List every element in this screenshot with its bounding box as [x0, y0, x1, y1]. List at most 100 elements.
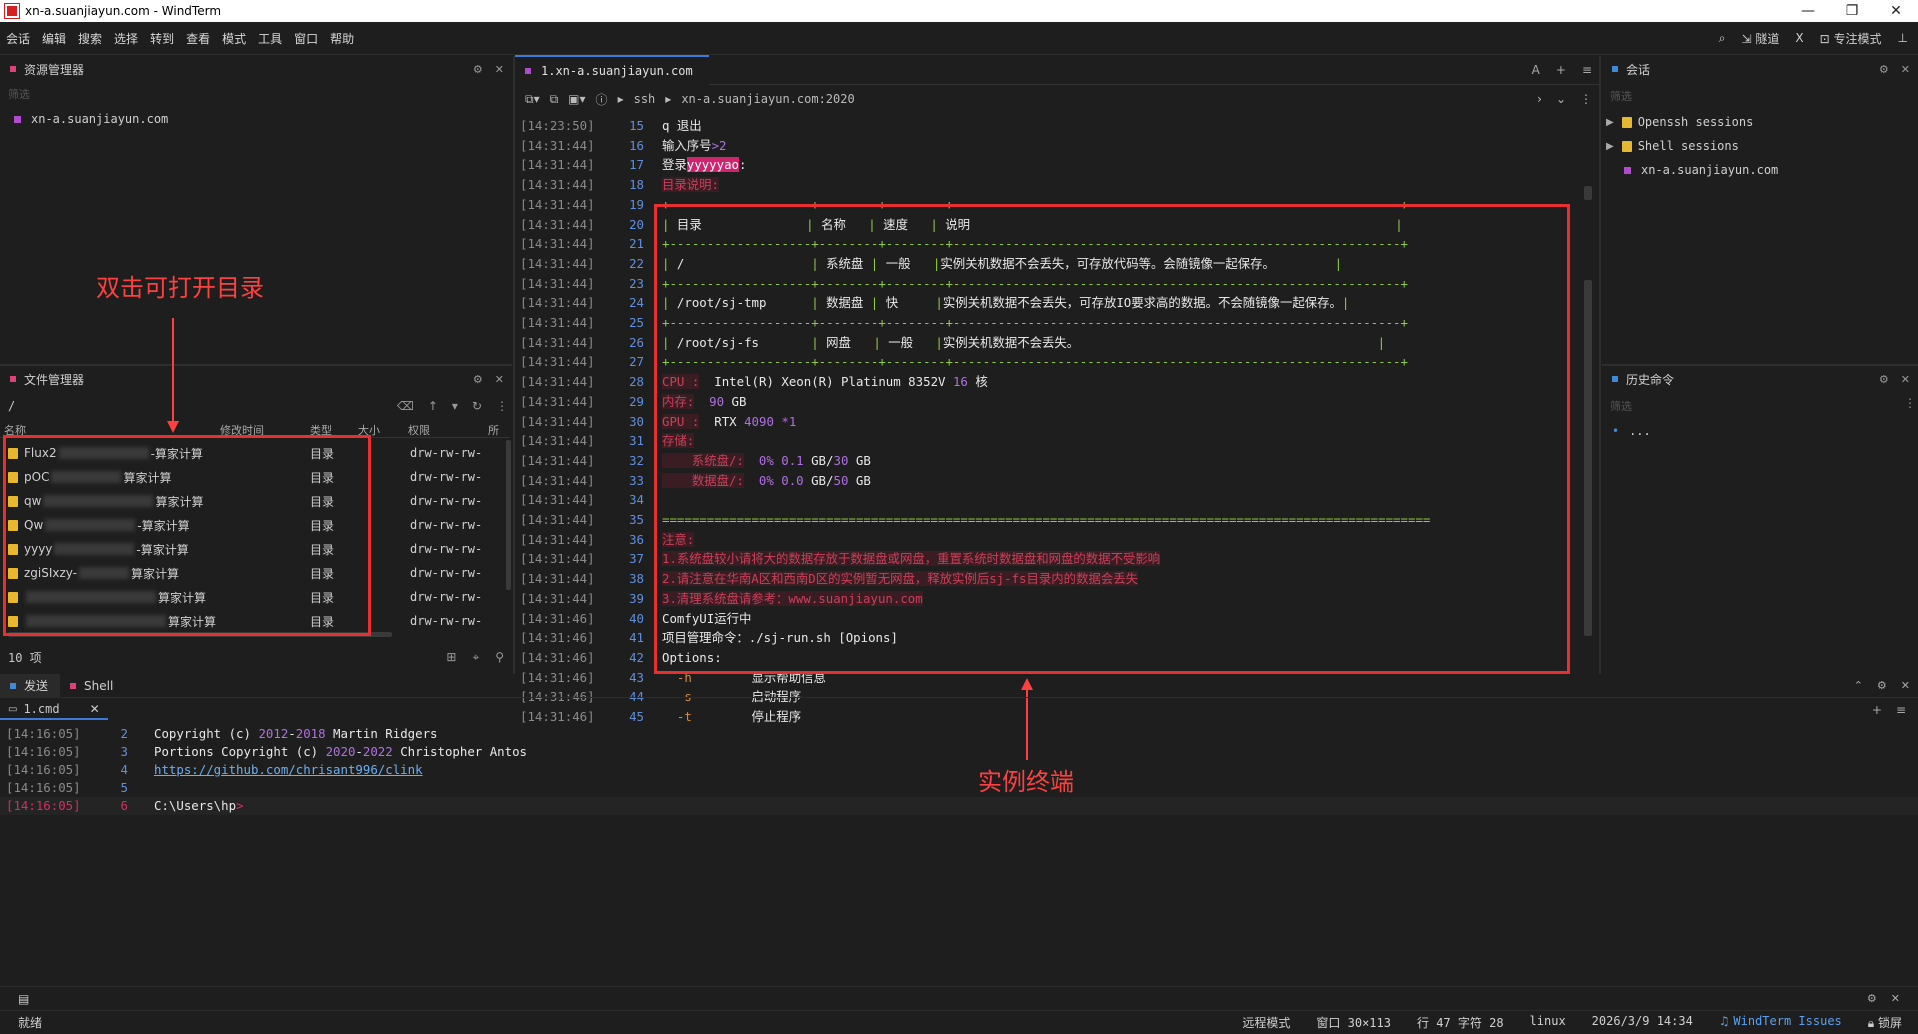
line-text: 输入序号>2: [662, 137, 727, 153]
location-icon[interactable]: ⌖: [472, 650, 479, 665]
split-icon[interactable]: ▣▾: [568, 92, 585, 106]
status-remote-mode[interactable]: 远程模式: [1242, 1014, 1290, 1031]
terminal-line: [14:23:50] 15 q 退出: [520, 117, 702, 135]
issues-link[interactable]: ♫ WindTerm Issues: [1719, 1014, 1842, 1031]
tunnel-button[interactable]: ⇲ 隧道: [1742, 30, 1780, 47]
chevron-right-icon: ▶: [1606, 140, 1614, 152]
col-owner[interactable]: 所: [488, 422, 508, 437]
maximize-button[interactable]: ❐: [1830, 3, 1874, 19]
history-item[interactable]: •...: [1612, 424, 1651, 438]
more-icon[interactable]: ⋮: [1904, 396, 1916, 410]
shell-line: [14:16:05] 4 https://github.com/chrisant99…: [6, 761, 423, 779]
duplicate-icon[interactable]: ⧉: [550, 92, 559, 107]
annotation-arrow: [1026, 688, 1028, 760]
more-icon[interactable]: ⋮: [1580, 92, 1592, 106]
pin-icon[interactable]: ⊥: [1898, 31, 1908, 45]
tab-shell[interactable]: Shell: [60, 674, 125, 698]
menu-session[interactable]: 会话: [0, 30, 36, 47]
line-number: 34: [629, 492, 644, 508]
gear-icon[interactable]: ⚙: [1879, 373, 1889, 386]
close-button[interactable]: ✕: [1874, 3, 1918, 19]
panel-marker-icon: [1612, 376, 1618, 382]
chevron-up-icon[interactable]: ⌃: [1854, 679, 1863, 692]
timestamp: [14:31:44]: [520, 354, 595, 370]
info-icon[interactable]: ⓘ: [596, 91, 608, 108]
add-tab-icon[interactable]: +: [1872, 703, 1882, 717]
menu-edit[interactable]: 编辑: [36, 30, 72, 47]
sessions-header: 会话 ⚙ ✕: [1602, 56, 1918, 82]
timestamp: [14:31:44]: [520, 236, 595, 252]
more-icon[interactable]: ⋮: [496, 399, 508, 413]
chevron-down-icon[interactable]: ⌄: [1556, 92, 1566, 106]
close-icon[interactable]: ✕: [1891, 992, 1900, 1005]
clear-icon[interactable]: ⌫: [397, 399, 414, 413]
timestamp: [14:31:44]: [520, 177, 595, 193]
add-tab-icon[interactable]: +: [1556, 63, 1566, 77]
x-icon[interactable]: X: [1795, 31, 1803, 45]
menu-help[interactable]: 帮助: [324, 30, 360, 47]
gear-icon[interactable]: ⚙: [1867, 992, 1877, 1005]
explorer-filter[interactable]: 筛选: [8, 86, 30, 102]
menu-select[interactable]: 选择: [108, 30, 144, 47]
menu-goto[interactable]: 转到: [144, 30, 180, 47]
gear-icon[interactable]: ⚙: [473, 63, 483, 76]
menu-search[interactable]: 搜索: [72, 30, 108, 47]
tab-cmd[interactable]: ▭ 1.cmd ✕: [0, 700, 108, 720]
gear-icon[interactable]: ⚙: [1879, 63, 1889, 76]
timestamp: [14:31:44]: [520, 492, 595, 508]
breadcrumb-host[interactable]: xn-a.suanjiayun.com:2020: [681, 92, 854, 106]
path-input[interactable]: /: [8, 399, 15, 413]
line-number: 39: [629, 590, 644, 606]
minimize-button[interactable]: —: [1786, 3, 1830, 19]
close-icon[interactable]: ✕: [495, 373, 504, 386]
close-icon[interactable]: ✕: [1901, 63, 1910, 76]
new-folder-icon[interactable]: ⊞: [446, 650, 456, 665]
terminal-tabbar: 1.xn-a.suanjiayun.com A + ≡: [515, 54, 1600, 85]
history-filter[interactable]: 筛选: [1610, 398, 1632, 414]
new-session-icon[interactable]: ⧉▾: [525, 92, 540, 107]
font-icon[interactable]: A: [1532, 63, 1540, 77]
menu-window[interactable]: 窗口: [288, 30, 324, 47]
send-icon[interactable]: ▤: [18, 992, 29, 1006]
explorer-item[interactable]: xn-a.suanjiayun.com: [14, 112, 168, 126]
chevron-right-icon[interactable]: ›: [1537, 92, 1542, 106]
gear-icon[interactable]: ⚙: [1877, 679, 1887, 692]
chevron-down-icon[interactable]: ▾: [452, 399, 458, 413]
menu-icon[interactable]: ≡: [1896, 703, 1906, 717]
menu-icon[interactable]: ≡: [1582, 63, 1592, 77]
lock-button[interactable]: 🔒︎ 锁屏: [1868, 1014, 1902, 1031]
timestamp: [14:31:44]: [520, 137, 595, 153]
session-group[interactable]: ▶ Shell sessions: [1606, 139, 1739, 153]
tab-send[interactable]: 发送: [0, 673, 61, 698]
search-icon[interactable]: ⌕: [1719, 31, 1726, 46]
line-number: 41: [629, 630, 644, 646]
close-icon[interactable]: ✕: [1901, 679, 1910, 692]
close-icon[interactable]: ✕: [90, 702, 100, 716]
timestamp: [14:31:44]: [520, 551, 595, 567]
session-item[interactable]: xn-a.suanjiayun.com: [1624, 163, 1778, 177]
line-number: 42: [629, 649, 644, 665]
path-bar: / ⌫ ↑ ▾ ↻ ⋮: [8, 396, 508, 416]
line-number: 36: [629, 531, 644, 547]
find-icon[interactable]: ⚲: [495, 650, 504, 665]
gear-icon[interactable]: ⚙: [473, 373, 483, 386]
menu-view[interactable]: 查看: [180, 30, 216, 47]
terminal-scrollbar[interactable]: [1584, 280, 1592, 636]
refresh-icon[interactable]: ↻: [472, 399, 482, 413]
terminal-scroll-marker[interactable]: [1584, 186, 1592, 200]
file-scrollbar[interactable]: [506, 440, 511, 590]
menu-mode[interactable]: 模式: [216, 30, 252, 47]
up-arrow-icon[interactable]: ↑: [428, 399, 438, 413]
terminal-tab[interactable]: 1.xn-a.suanjiayun.com: [515, 54, 709, 85]
timestamp: [14:31:44]: [520, 157, 595, 173]
close-icon[interactable]: ✕: [1901, 373, 1910, 386]
focus-mode-button[interactable]: ⊡ 专注模式: [1820, 30, 1882, 47]
menu-tools[interactable]: 工具: [252, 30, 288, 47]
session-group[interactable]: ▶ Openssh sessions: [1606, 115, 1753, 129]
col-perm[interactable]: 权限: [408, 422, 488, 437]
breadcrumb-ssh[interactable]: ssh: [634, 92, 656, 106]
close-icon[interactable]: ✕: [495, 63, 504, 76]
sessions-filter[interactable]: 筛选: [1610, 88, 1632, 104]
line-text: 登录yyyyyao:: [662, 157, 747, 173]
line-text: C:\Users\hp>: [154, 798, 244, 813]
